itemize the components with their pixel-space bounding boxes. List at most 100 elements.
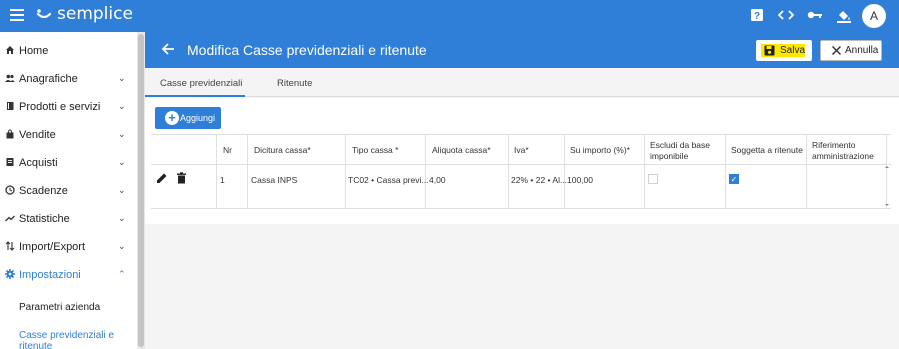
column-header[interactable]: Nr bbox=[223, 145, 232, 155]
sidebar-item-label: Home bbox=[19, 45, 49, 57]
sidebar-item-label: Impostazioni bbox=[19, 269, 81, 281]
sidebar: Home Anagrafiche ⌄ Prodotti e servizi ⌄ … bbox=[0, 32, 137, 349]
grid-scrollbar[interactable] bbox=[883, 164, 891, 208]
sidebar-item-vendite[interactable]: Vendite ⌄ bbox=[0, 121, 137, 149]
chevron-up-icon: ⌃ bbox=[118, 269, 126, 279]
content-panel: + Aggiungi Nr Dicitura cassa* Tipo cassa… bbox=[145, 98, 899, 224]
column-header[interactable]: Iva* bbox=[514, 145, 529, 155]
add-circle-icon: + bbox=[165, 111, 179, 125]
save-label: Salva bbox=[780, 45, 806, 56]
grid-line bbox=[345, 134, 346, 208]
sidebar-item-scadenze[interactable]: Scadenze ⌄ bbox=[0, 177, 137, 205]
sidebar-subitem-casse-previdenziali[interactable]: Casse previdenziali e ritenute bbox=[19, 330, 137, 349]
cell-iva[interactable]: 22% • 22 • Al... bbox=[511, 175, 567, 185]
column-header[interactable]: Tipo cassa * bbox=[352, 145, 398, 155]
sidebar-scrollbar[interactable] bbox=[137, 32, 145, 349]
grid-line bbox=[508, 134, 509, 208]
gear-icon bbox=[5, 269, 15, 279]
sidebar-item-label: Acquisti bbox=[19, 157, 58, 169]
sidebar-item-label: Anagrafiche bbox=[19, 73, 78, 85]
sidebar-item-import-export[interactable]: Import/Export ⌄ bbox=[0, 233, 137, 261]
escludi-checkbox[interactable] bbox=[648, 174, 658, 184]
chevron-down-icon: ⌄ bbox=[118, 157, 126, 167]
trend-icon bbox=[5, 215, 15, 222]
grid-line bbox=[564, 134, 565, 208]
grid-line bbox=[806, 134, 807, 208]
tab-bar: Casse previdenziali Ritenute bbox=[145, 68, 899, 97]
chevron-down-icon: ⌄ bbox=[118, 185, 126, 195]
logo-mark-icon bbox=[36, 9, 52, 19]
column-header[interactable]: Su importo (%)* bbox=[570, 145, 630, 155]
receipt-icon bbox=[6, 158, 14, 166]
grid-line bbox=[425, 134, 426, 208]
grid-line bbox=[151, 164, 891, 165]
code-icon[interactable] bbox=[777, 8, 795, 24]
cancel-button[interactable]: Annulla bbox=[820, 40, 882, 61]
key-icon[interactable] bbox=[807, 8, 823, 24]
edit-pencil-icon[interactable] bbox=[156, 172, 168, 184]
page-title: Modifica Casse previdenziali e ritenute bbox=[187, 42, 427, 58]
chevron-down-icon: ⌄ bbox=[118, 129, 126, 139]
paint-bucket-icon[interactable] bbox=[836, 8, 852, 24]
tab-ritenute[interactable]: Ritenute bbox=[277, 78, 312, 89]
page-header: Modifica Casse previdenziali e ritenute … bbox=[145, 32, 899, 68]
column-header[interactable]: Escludi da base imponibile bbox=[650, 140, 722, 162]
scrollbar-thumb[interactable] bbox=[138, 34, 144, 347]
clock-icon bbox=[5, 185, 15, 195]
grid-line bbox=[247, 134, 248, 208]
avatar[interactable]: A bbox=[862, 4, 886, 28]
back-arrow-icon[interactable] bbox=[161, 42, 175, 56]
grid-line bbox=[644, 134, 645, 208]
grid-line bbox=[725, 134, 726, 208]
floppy-disk-icon bbox=[764, 45, 775, 56]
cell-aliquota[interactable]: 4,00 bbox=[429, 175, 446, 185]
column-header[interactable]: Riferimento amministrazione bbox=[812, 140, 884, 162]
chevron-down-icon: ⌄ bbox=[118, 101, 126, 111]
grid-line bbox=[151, 134, 891, 135]
import-export-icon bbox=[5, 241, 15, 251]
active-tab-indicator bbox=[145, 95, 245, 97]
cell-dicitura[interactable]: Cassa INPS bbox=[251, 175, 297, 185]
top-bar: semplice ? A bbox=[0, 0, 899, 32]
sidebar-item-label: Scadenze bbox=[19, 185, 68, 197]
logo-text: semplice bbox=[57, 4, 133, 24]
sidebar-item-anagrafiche[interactable]: Anagrafiche ⌄ bbox=[0, 65, 137, 93]
sidebar-item-label: Vendite bbox=[19, 129, 56, 141]
column-header[interactable]: Soggetta a ritenute bbox=[731, 145, 803, 155]
close-icon bbox=[831, 45, 842, 56]
sidebar-item-label: Import/Export bbox=[19, 241, 86, 253]
column-header[interactable]: Aliquota cassa* bbox=[432, 145, 491, 155]
cancel-label: Annulla bbox=[845, 45, 879, 56]
book-icon bbox=[7, 102, 14, 110]
tab-casse-previdenziali[interactable]: Casse previdenziali bbox=[160, 78, 242, 89]
save-button[interactable]: Salva bbox=[756, 40, 812, 61]
sidebar-item-statistiche[interactable]: Statistiche ⌄ bbox=[0, 205, 137, 233]
sidebar-item-home[interactable]: Home bbox=[0, 37, 137, 65]
sidebar-item-label: Prodotti e servizi bbox=[19, 101, 101, 113]
sidebar-item-prodotti[interactable]: Prodotti e servizi ⌄ bbox=[0, 93, 137, 121]
add-label: Aggiungi bbox=[180, 113, 216, 123]
sidebar-item-acquisti[interactable]: Acquisti ⌄ bbox=[0, 149, 137, 177]
svg-text:?: ? bbox=[754, 11, 760, 22]
people-icon bbox=[5, 74, 15, 82]
grid-line bbox=[151, 208, 891, 209]
trash-icon[interactable] bbox=[176, 172, 187, 184]
chevron-down-icon: ⌄ bbox=[118, 213, 126, 223]
data-grid: Nr Dicitura cassa* Tipo cassa * Aliquota… bbox=[151, 134, 891, 210]
chevron-down-icon: ⌄ bbox=[118, 73, 126, 83]
soggetta-checkbox[interactable]: ✓ bbox=[729, 174, 739, 184]
help-icon[interactable]: ? bbox=[749, 8, 765, 24]
cell-nr[interactable]: 1 bbox=[220, 175, 225, 185]
sidebar-item-label: Statistiche bbox=[19, 213, 70, 225]
home-icon bbox=[6, 46, 14, 54]
bag-icon bbox=[6, 129, 14, 139]
cell-tipo-cassa[interactable]: TC02 • Cassa previ... bbox=[348, 175, 428, 185]
chevron-down-icon: ⌄ bbox=[118, 241, 126, 251]
menu-icon[interactable] bbox=[10, 9, 24, 21]
sidebar-subitem-parametri-azienda[interactable]: Parametri azienda bbox=[19, 302, 100, 313]
grid-line bbox=[216, 134, 217, 208]
column-header[interactable]: Dicitura cassa* bbox=[254, 145, 311, 155]
sidebar-item-impostazioni[interactable]: Impostazioni ⌃ bbox=[0, 261, 137, 289]
add-button[interactable]: + Aggiungi bbox=[155, 107, 221, 129]
cell-su-importo[interactable]: 100,00 bbox=[567, 175, 593, 185]
